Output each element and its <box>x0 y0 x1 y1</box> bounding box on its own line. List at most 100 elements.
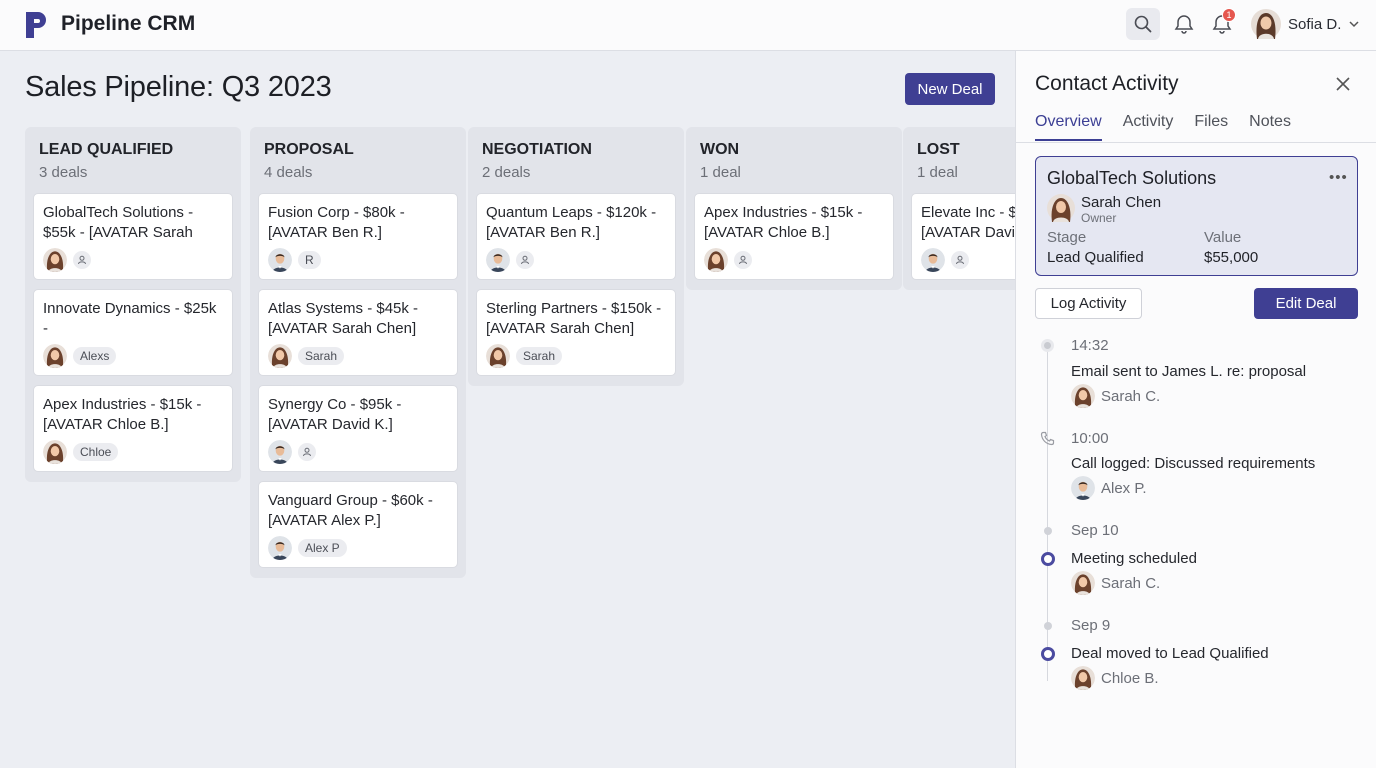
assign-owner-icon[interactable] <box>73 251 91 269</box>
avatar <box>268 440 292 464</box>
timeline-user-name: Chloe B. <box>1101 669 1159 687</box>
avatar <box>1071 666 1095 690</box>
avatar <box>1071 476 1095 500</box>
new-deal-button[interactable]: New Deal <box>905 73 995 105</box>
avatar <box>1071 571 1095 595</box>
log-activity-button[interactable]: Log Activity <box>1035 288 1142 319</box>
column-title: LOST <box>917 141 960 158</box>
deal-card[interactable]: Synergy Co - $95k - [AVATAR David K.] <box>258 385 458 472</box>
timeline-user: Sarah C. <box>1071 384 1160 408</box>
deal-card[interactable]: Apex Industries - $15k - [AVATAR Chloe B… <box>33 385 233 472</box>
deal-card[interactable]: Quantum Leaps - $120k - [AVATAR Ben R.] <box>476 193 676 280</box>
assign-owner-icon[interactable] <box>951 251 969 269</box>
avatar <box>43 440 67 464</box>
more-options-icon[interactable]: ••• <box>1329 169 1348 186</box>
deal-card-text: GlobalTech Solutions - $55k - [AVATAR Sa… <box>43 204 194 245</box>
deal-summary-card[interactable]: GlobalTech Solutions ••• Sarah Chen Owne… <box>1035 156 1358 276</box>
chevron-down-icon <box>1349 21 1359 28</box>
user-avatar <box>1251 9 1281 39</box>
person-icon <box>78 255 86 265</box>
value-label: Value <box>1204 229 1242 246</box>
person-icon <box>303 447 311 457</box>
column-deal-count: 1 deal <box>917 164 958 181</box>
date-dot <box>1040 523 1055 538</box>
deal-card[interactable]: Fusion Corp - $80k - [AVATAR Ben R.] R <box>258 193 458 280</box>
close-icon[interactable] <box>1334 75 1352 93</box>
tab-activity[interactable]: Activity <box>1123 113 1174 141</box>
deal-name: GlobalTech Solutions <box>1047 168 1217 188</box>
tabs-divider <box>1016 142 1376 143</box>
timeline-text: Meeting scheduled <box>1071 550 1197 567</box>
deal-card-footer <box>921 248 1015 272</box>
pipeline-column: NEGOTIATION 2 deals Quantum Leaps - $120k … <box>468 127 684 386</box>
assign-owner-icon[interactable] <box>298 443 316 461</box>
deal-card-text: Apex Industries - $15k - [AVATAR Chloe B… <box>43 396 202 433</box>
contact-activity-panel: Contact Activity Overview Activity Files… <box>1015 51 1376 768</box>
column-deal-count: 2 deals <box>482 164 531 181</box>
page-title: Sales Pipeline: Q3 2023 <box>25 71 332 103</box>
owner-chip: Sarah <box>516 347 563 365</box>
owner-chip: Alexs <box>73 347 117 365</box>
column-deal-count: 4 deals <box>264 164 313 181</box>
deal-card[interactable]: GlobalTech Solutions - $55k - [AVATAR Sa… <box>33 193 233 280</box>
deal-card-text: Quantum Leaps - $120k - [AVATAR Ben R.] <box>486 204 657 241</box>
deal-card-footer: Alexs <box>43 344 224 368</box>
avatar <box>704 248 728 272</box>
user-name: Sofia D. <box>1288 15 1342 33</box>
timeline-user-name: Alex P. <box>1101 479 1147 497</box>
avatar <box>486 248 510 272</box>
assign-owner-icon[interactable] <box>516 251 534 269</box>
date-dot <box>1040 618 1055 633</box>
panel-tabs: Overview Activity Files Notes <box>1035 113 1291 141</box>
column-title: LEAD QUALIFIED <box>39 141 174 158</box>
timeline-user: Alex P. <box>1071 476 1147 500</box>
notifications-button[interactable] <box>1171 10 1197 38</box>
deal-card-footer <box>704 248 885 272</box>
owner-chip: Alex P <box>298 539 347 557</box>
assign-owner-icon[interactable] <box>734 251 752 269</box>
person-icon <box>521 255 529 265</box>
deal-card[interactable]: Elevate Inc - $30k - [AVATAR David K.] <box>911 193 1015 280</box>
deal-card[interactable]: Apex Industries - $15k - [AVATAR Chloe B… <box>694 193 894 280</box>
owner-name: Sarah Chen <box>1081 194 1162 211</box>
notification-badge: 1 <box>1222 8 1236 22</box>
person-icon <box>739 255 747 265</box>
deal-card-footer <box>486 248 667 272</box>
column-title: NEGOTIATION <box>482 141 592 158</box>
deal-card-footer <box>268 440 449 464</box>
deal-card-footer: Sarah <box>486 344 667 368</box>
avatar <box>1071 384 1095 408</box>
phone-icon <box>1040 431 1055 446</box>
deal-card[interactable]: Atlas Systems - $45k - [AVATAR Sarah Che… <box>258 289 458 376</box>
deal-card-text: Apex Industries - $15k - [AVATAR Chloe B… <box>704 204 863 241</box>
timeline-time: 14:32 <box>1071 337 1109 354</box>
timeline-user-name: Sarah C. <box>1101 574 1161 592</box>
timeline-user-name: Sarah C. <box>1101 387 1161 405</box>
tab-overview[interactable]: Overview <box>1035 113 1102 141</box>
tab-notes[interactable]: Notes <box>1249 113 1291 141</box>
deal-card-text: Fusion Corp - $80k - [AVATAR Ben R.] <box>268 204 405 241</box>
edit-deal-button[interactable]: Edit Deal <box>1254 288 1358 319</box>
user-menu[interactable]: Sofia D. <box>1251 9 1360 39</box>
timeline-user: Chloe B. <box>1071 666 1159 690</box>
timeline-text: Email sent to James L. re: proposal <box>1071 363 1307 380</box>
search-icon <box>1134 15 1152 33</box>
tab-files[interactable]: Files <box>1194 113 1228 141</box>
deal-card[interactable]: Sterling Partners - $150k - [AVATAR Sara… <box>476 289 676 376</box>
deal-card-footer <box>43 248 224 272</box>
deal-card-text: Innovate Dynamics - $25k - [AVATAR Alex … <box>43 300 217 341</box>
timeline-time: Sep 10 <box>1071 522 1119 539</box>
pipeline-column: LEAD QUALIFIED 3 deals GlobalTech Solution… <box>25 127 241 482</box>
panel-title: Contact Activity <box>1035 72 1179 95</box>
search-button[interactable] <box>1126 8 1160 40</box>
avatar <box>43 248 67 272</box>
avatar <box>486 344 510 368</box>
timeline-text: Call logged: Discussed requirements <box>1071 455 1316 472</box>
stage-value: Lead Qualified <box>1047 249 1144 266</box>
person-icon <box>956 255 964 265</box>
owner-chip: Sarah <box>298 347 345 365</box>
deal-card-text: Elevate Inc - $30k - [AVATAR David K.] <box>921 204 1015 241</box>
deal-card[interactable]: Vanguard Group - $60k - [AVATAR Alex P.]… <box>258 481 458 568</box>
deal-card[interactable]: Innovate Dynamics - $25k - [AVATAR Alex … <box>33 289 233 376</box>
owner-chip: Chloe <box>73 443 119 461</box>
